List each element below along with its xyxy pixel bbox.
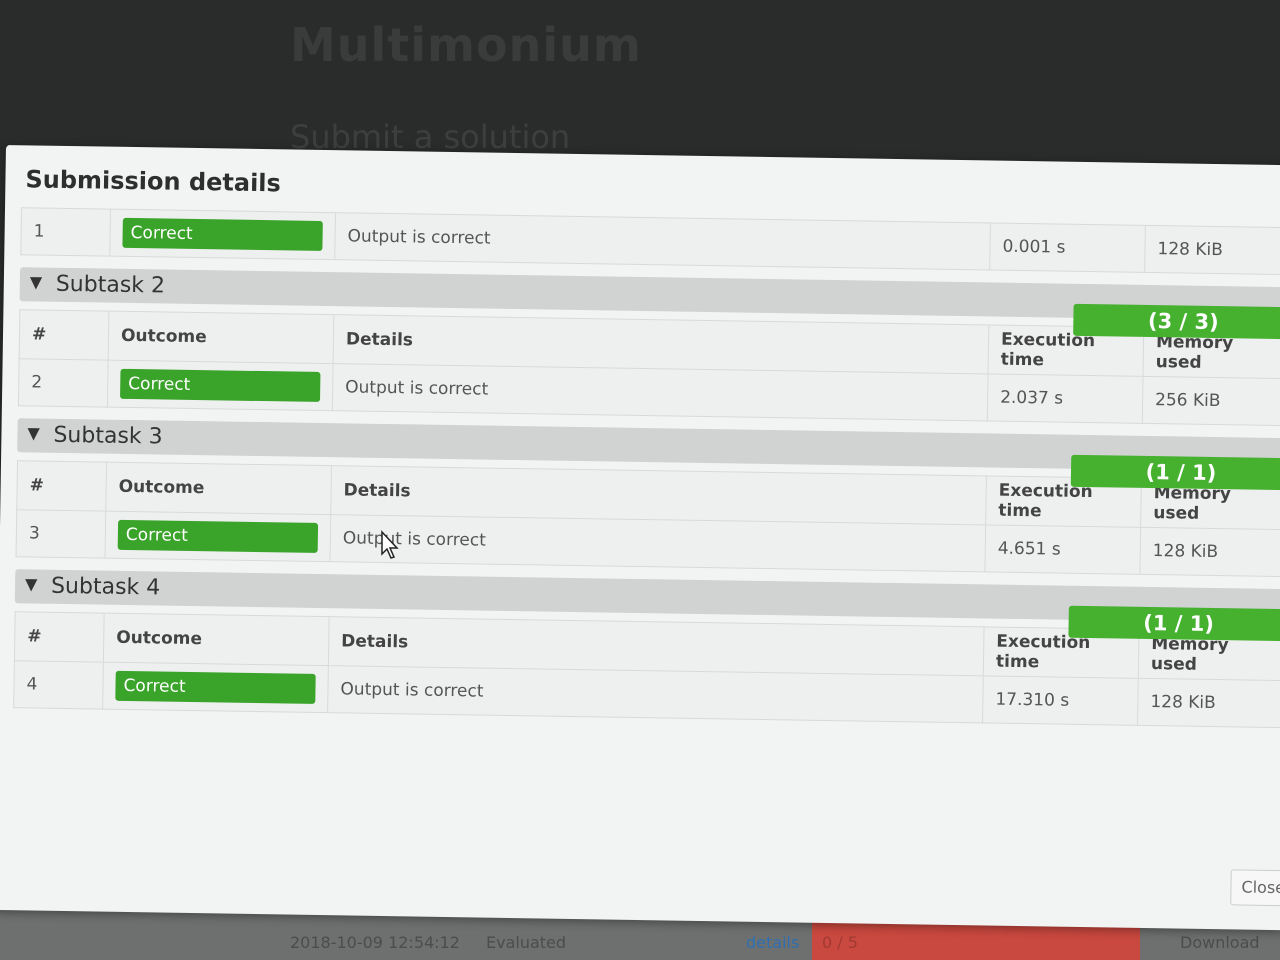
testcase-number: 3: [16, 509, 106, 559]
page-title: Multimonium: [290, 18, 642, 72]
chevron-down-icon: ▼: [24, 574, 38, 594]
outcome-cell: Correct: [109, 209, 336, 260]
column-header-num: #: [16, 460, 107, 512]
table-row: 1 Correct Output is correct 0.001 s 128 …: [20, 207, 1280, 275]
submission-status: Evaluated: [486, 933, 567, 952]
details-cell: Output is correct: [327, 665, 984, 723]
testcase-number: 4: [13, 660, 104, 710]
column-header-outcome: Outcome: [103, 613, 330, 666]
memory-cell: 128 KiB: [1139, 527, 1280, 577]
close-button[interactable]: Close: [1230, 869, 1280, 907]
time-cell: 4.651 s: [984, 524, 1141, 575]
memory-cell: 128 KiB: [1144, 225, 1280, 275]
chevron-down-icon: ▼: [29, 272, 43, 292]
outcome-badge: Correct: [115, 670, 316, 704]
results-table: 1 Correct Output is correct 0.001 s 128 …: [20, 207, 1280, 276]
time-cell: 0.001 s: [989, 222, 1146, 273]
outcome-cell: Correct: [102, 662, 329, 713]
chevron-down-icon: ▼: [27, 423, 40, 443]
submission-details-modal: Submission details 1 Correct Output is c…: [0, 145, 1280, 931]
details-cell: Output is correct: [334, 212, 991, 270]
details-cell: Output is correct: [329, 514, 986, 572]
subtask-score: (1 / 1): [1070, 454, 1280, 491]
details-cell: Output is correct: [332, 363, 989, 421]
outcome-badge: Correct: [122, 217, 323, 251]
details-link[interactable]: details: [746, 933, 799, 952]
subtask-name: Subtask 4: [50, 573, 161, 601]
column-header-num: #: [14, 611, 105, 663]
testcase-number: 2: [18, 358, 109, 408]
submission-score: 0 / 5: [822, 933, 858, 952]
modal-body: 1 Correct Output is correct 0.001 s 128 …: [13, 207, 1280, 729]
subtask-score: (3 / 3): [1073, 303, 1280, 340]
time-cell: 17.310 s: [982, 675, 1139, 726]
submission-timestamp: 2018-10-09 12:54:12: [290, 933, 460, 952]
mouse-cursor-icon: [381, 530, 399, 559]
subtask-name: Subtask 2: [55, 271, 166, 299]
testcase-number: 1: [20, 207, 111, 257]
modal-title: Submission details: [25, 165, 282, 198]
column-header-outcome: Outcome: [108, 311, 334, 364]
outcome-badge: Correct: [117, 519, 319, 553]
time-cell: 2.037 s: [987, 373, 1144, 424]
subtask-name: Subtask 3: [53, 422, 163, 450]
column-header-num: #: [19, 309, 109, 361]
outcome-badge: Correct: [120, 368, 321, 402]
column-header-outcome: Outcome: [105, 462, 332, 515]
subtask-score: (1 / 1): [1068, 605, 1280, 642]
memory-cell: 128 KiB: [1137, 678, 1280, 728]
outcome-cell: Correct: [107, 360, 334, 411]
memory-cell: 256 KiB: [1142, 376, 1280, 426]
outcome-cell: Correct: [105, 511, 331, 562]
download-link[interactable]: Download: [1180, 933, 1260, 952]
